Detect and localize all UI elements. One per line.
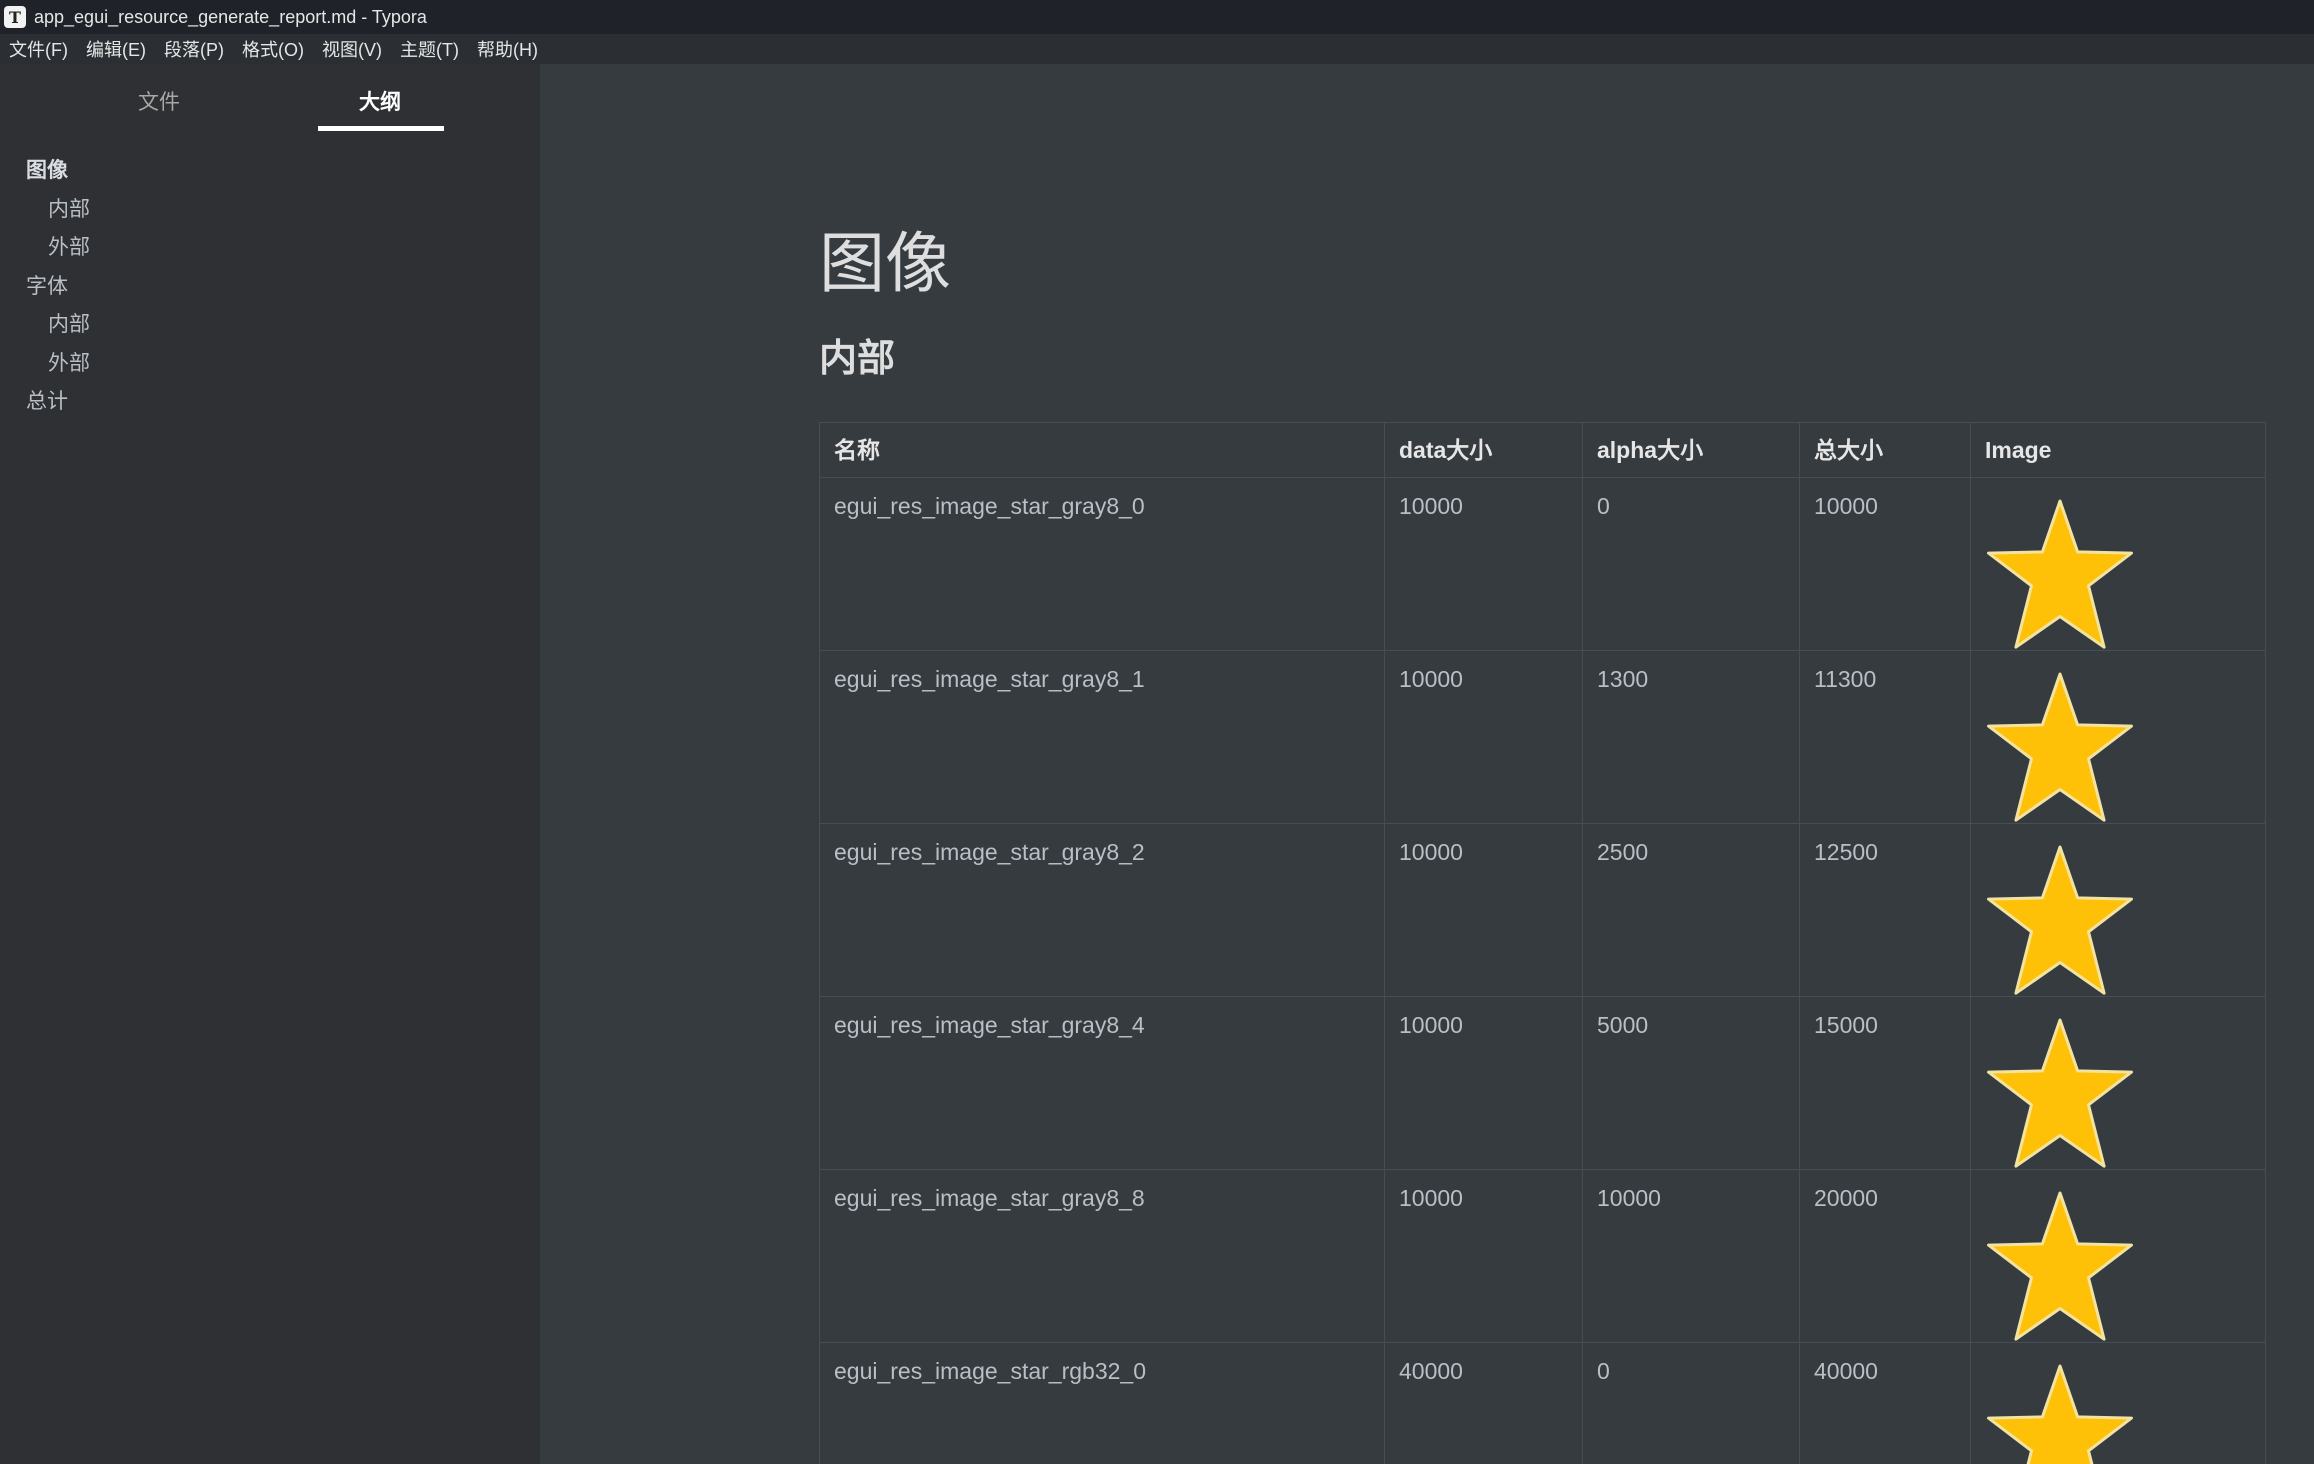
star-image[interactable] [1985,1190,2135,1342]
cell-total-size: 12500 [1799,823,1971,997]
cell-image [1970,823,2266,997]
cell-total-size: 40000 [1799,1342,1971,1464]
star-image[interactable] [1985,844,2135,996]
typora-app-icon: T [4,6,26,28]
active-tab-indicator [318,126,444,131]
table-row: egui_res_image_star_gray8_2 10000 2500 1… [819,823,2266,997]
table-row: egui_res_image_star_gray8_4 10000 5000 1… [819,996,2266,1170]
table-header-row: 名称 data大小 alpha大小 总大小 Image [819,422,2266,478]
star-image[interactable] [1985,498,2135,650]
cell-total-size: 10000 [1799,477,1971,651]
outline-item-images[interactable]: 图像 [0,152,540,191]
cell-name: egui_res_image_star_gray8_8 [819,1169,1385,1343]
cell-name: egui_res_image_star_rgb32_0 [819,1342,1385,1464]
cell-name: egui_res_image_star_gray8_1 [819,650,1385,824]
cell-alpha-size: 10000 [1582,1169,1800,1343]
menu-format[interactable]: 格式(O) [233,36,313,62]
star-image[interactable] [1985,1017,2135,1169]
cell-data-size: 10000 [1384,823,1583,997]
menu-help[interactable]: 帮助(H) [468,36,547,62]
cell-alpha-size: 5000 [1582,996,1800,1170]
header-total-size: 总大小 [1799,422,1971,478]
cell-image [1970,996,2266,1170]
typora-window: T app_egui_resource_generate_report.md -… [0,0,2314,1464]
sidebar: 文件 大纲 图像 内部 外部 字体 内部 外部 总计 [0,64,540,1464]
cell-alpha-size: 2500 [1582,823,1800,997]
cell-data-size: 40000 [1384,1342,1583,1464]
cell-name: egui_res_image_star_gray8_0 [819,477,1385,651]
title-bar: T app_egui_resource_generate_report.md -… [0,0,2314,34]
menu-bar: 文件(F) 编辑(E) 段落(P) 格式(O) 视图(V) 主题(T) 帮助(H… [0,34,2314,64]
cell-total-size: 11300 [1799,650,1971,824]
cell-data-size: 10000 [1384,650,1583,824]
menu-edit[interactable]: 编辑(E) [77,36,155,62]
cell-data-size: 10000 [1384,1169,1583,1343]
header-data-size: data大小 [1384,422,1583,478]
table-row: egui_res_image_star_gray8_8 10000 10000 … [819,1169,2266,1343]
cell-total-size: 20000 [1799,1169,1971,1343]
heading-1: 图像 [819,226,951,300]
cell-total-size: 15000 [1799,996,1971,1170]
heading-2: 内部 [819,338,896,380]
outline-item-images-external[interactable]: 外部 [0,229,540,268]
cell-data-size: 10000 [1384,477,1583,651]
header-alpha-size: alpha大小 [1582,422,1800,478]
resource-table: 名称 data大小 alpha大小 总大小 Image egui_res_ima… [819,422,2266,1464]
star-image[interactable] [1985,1363,2135,1464]
header-image: Image [1970,422,2266,478]
cell-alpha-size: 0 [1582,477,1800,651]
menu-paragraph[interactable]: 段落(P) [155,36,233,62]
cell-data-size: 10000 [1384,996,1583,1170]
sidebar-tabs: 文件 大纲 [0,64,540,134]
cell-image [1970,650,2266,824]
outline-list: 图像 内部 外部 字体 内部 外部 总计 [0,152,540,422]
header-name: 名称 [819,422,1385,478]
table-row: egui_res_image_star_gray8_1 10000 1300 1… [819,650,2266,824]
tab-files[interactable]: 文件 [138,86,180,116]
menu-theme[interactable]: 主题(T) [391,36,468,62]
outline-item-total[interactable]: 总计 [0,383,540,422]
outline-item-images-internal[interactable]: 内部 [0,191,540,230]
cell-name: egui_res_image_star_gray8_2 [819,823,1385,997]
menu-view[interactable]: 视图(V) [313,36,391,62]
cell-image [1970,1169,2266,1343]
cell-alpha-size: 0 [1582,1342,1800,1464]
outline-item-fonts[interactable]: 字体 [0,268,540,307]
window-title: app_egui_resource_generate_report.md - T… [34,6,427,27]
editor-pane[interactable]: 图像 内部 名称 data大小 alpha大小 总大小 Image egui_r… [540,64,2314,1464]
tab-outline[interactable]: 大纲 [359,86,401,116]
cell-name: egui_res_image_star_gray8_4 [819,996,1385,1170]
cell-image [1970,477,2266,651]
table-row: egui_res_image_star_gray8_0 10000 0 1000… [819,477,2266,651]
cell-image [1970,1342,2266,1464]
outline-item-fonts-external[interactable]: 外部 [0,345,540,384]
star-image[interactable] [1985,671,2135,823]
outline-item-fonts-internal[interactable]: 内部 [0,306,540,345]
menu-file[interactable]: 文件(F) [0,36,77,62]
table-row: egui_res_image_star_rgb32_0 40000 0 4000… [819,1342,2266,1464]
cell-alpha-size: 1300 [1582,650,1800,824]
